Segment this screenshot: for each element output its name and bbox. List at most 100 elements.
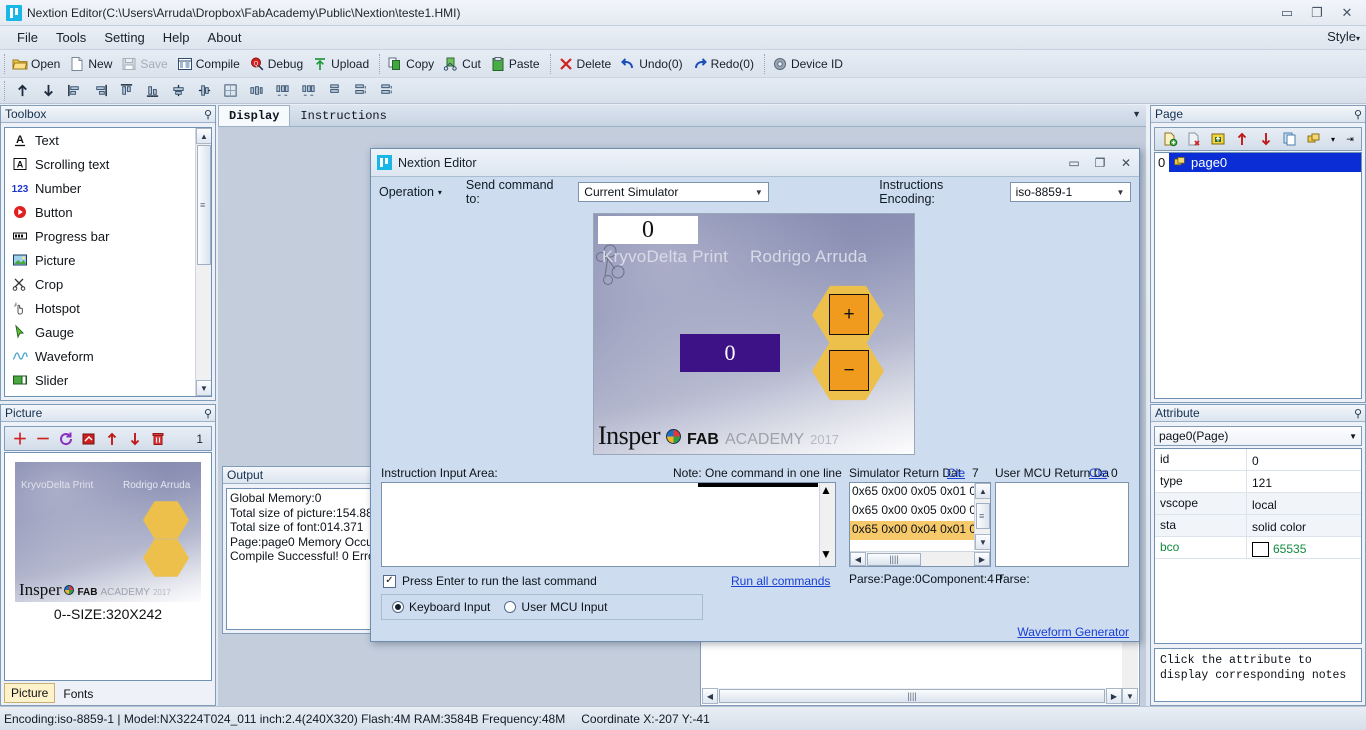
attribute-value[interactable]: 0 [1247, 449, 1361, 470]
simulator-number-field[interactable]: 0 [680, 334, 780, 372]
edit-picture-icon[interactable] [78, 428, 100, 449]
same-width-icon[interactable] [243, 80, 269, 102]
pin-icon[interactable]: ⚲ [204, 108, 212, 121]
scroll-left-icon[interactable]: ◀ [702, 688, 718, 704]
instruction-scrollbar[interactable]: ▲ ▼ [819, 483, 835, 566]
scrollbar-thumb[interactable] [976, 503, 990, 529]
simulator-return-clear-link[interactable]: Cle [947, 466, 965, 480]
toolbox-item-text[interactable]: A Text [5, 128, 211, 152]
toolbox-item-hotspot[interactable]: Hotspot [5, 296, 211, 320]
menu-setting[interactable]: Setting [95, 27, 153, 48]
scroll-up-icon[interactable]: ▲ [820, 483, 835, 497]
tab-fonts[interactable]: Fonts [57, 685, 99, 703]
save-button[interactable]: Save [118, 53, 173, 75]
mcu-return-data-list[interactable] [995, 482, 1129, 567]
undo-button[interactable]: Undo(0) [617, 53, 688, 75]
minimize-button[interactable]: ▭ [1272, 1, 1302, 25]
move-up-icon[interactable] [1231, 129, 1253, 149]
toolbox-item-gauge[interactable]: Gauge [5, 320, 211, 344]
open-button[interactable]: Open [9, 53, 66, 75]
menu-help[interactable]: Help [154, 27, 199, 48]
page-options-icon[interactable] [1303, 129, 1325, 149]
attribute-value[interactable]: solid color [1247, 515, 1361, 536]
table-row[interactable]: type 121 [1155, 471, 1361, 493]
scrollbar-thumb[interactable] [197, 145, 211, 265]
align-right-icon[interactable] [87, 80, 113, 102]
dialog-close-button[interactable]: ✕ [1113, 152, 1139, 174]
pin-icon[interactable]: ⚲ [1354, 108, 1362, 121]
mcu-return-clear-link[interactable]: Cle [1089, 466, 1107, 480]
menu-about[interactable]: About [199, 27, 251, 48]
align-left-icon[interactable] [61, 80, 87, 102]
align-bottom-icon[interactable] [139, 80, 165, 102]
attribute-value[interactable]: 121 [1247, 471, 1361, 492]
move-down-icon[interactable] [124, 428, 146, 449]
delete-all-icon[interactable] [147, 428, 169, 449]
scroll-down-icon[interactable]: ▼ [975, 534, 990, 550]
mcu-input-radio[interactable]: User MCU Input [504, 600, 607, 614]
dialog-minimize-button[interactable]: ▭ [1061, 152, 1087, 174]
cut-button[interactable]: Cut [440, 53, 487, 75]
table-row[interactable]: bco 65535 [1155, 537, 1361, 559]
lower-pane-vscrollbar[interactable]: ▼ [1122, 642, 1138, 704]
toolbox-item-scrolling-text[interactable]: A Scrolling text [5, 152, 211, 176]
move-up-icon[interactable] [101, 428, 123, 449]
shrink-horizontal-icon[interactable] [295, 80, 321, 102]
press-enter-option[interactable]: ✓ Press Enter to run the last command [383, 574, 597, 588]
toolbox-item-waveform[interactable]: Waveform [5, 344, 211, 368]
scroll-right-icon[interactable]: ▶ [974, 552, 990, 566]
close-button[interactable]: ✕ [1332, 1, 1362, 25]
copy-button[interactable]: Copy [384, 53, 440, 75]
simulator-minus-button[interactable]: − [812, 340, 884, 402]
pin-icon[interactable]: ⚲ [204, 407, 212, 420]
scrollbar-thumb[interactable] [820, 497, 835, 547]
spread-vertical-icon[interactable] [347, 80, 373, 102]
color-swatch[interactable] [1252, 541, 1269, 557]
instruction-input-area[interactable]: ▲ ▼ [381, 482, 836, 567]
fit-icon[interactable] [217, 80, 243, 102]
delete-page-icon[interactable] [1183, 129, 1205, 149]
toolbox-item-crop[interactable]: Crop [5, 272, 211, 296]
scrollbar-thumb[interactable]: |||| [867, 552, 921, 566]
add-picture-icon[interactable]: ＋ [9, 428, 31, 449]
upload-button[interactable]: Upload [309, 53, 375, 75]
picture-list[interactable]: KryvoDelta Print Rodrigo Arruda Insper F… [4, 452, 212, 681]
collapse-icon[interactable]: ⇥ [1343, 129, 1357, 149]
toolbox-item-button[interactable]: Button [5, 200, 211, 224]
scroll-up-icon[interactable]: ▲ [196, 128, 211, 144]
simulator-top-number[interactable]: 0 [598, 216, 698, 244]
redo-button[interactable]: Redo(0) [689, 53, 760, 75]
scroll-up-icon[interactable]: ▲ [975, 483, 990, 499]
shrink-vertical-icon[interactable] [373, 80, 399, 102]
page-item-selected[interactable]: page0 [1169, 153, 1361, 172]
press-enter-checkbox[interactable]: ✓ [383, 574, 396, 588]
list-item[interactable]: 0x65 0x00 0x05 0x01 0 [850, 483, 990, 502]
chevron-down-icon[interactable]: ▾ [1327, 129, 1339, 149]
run-all-commands-link[interactable]: Run all commands [731, 574, 830, 588]
simulator-plus-button[interactable]: + [812, 284, 884, 346]
page-list[interactable]: 0 page0 [1154, 152, 1362, 399]
chevron-down-icon[interactable]: ▼ [1132, 109, 1141, 119]
add-page-icon[interactable] [1159, 129, 1181, 149]
scroll-down-icon[interactable]: ▼ [1122, 688, 1138, 704]
delete-button[interactable]: Delete [555, 53, 618, 75]
tab-picture[interactable]: Picture [4, 683, 56, 703]
attribute-table[interactable]: id 0 type 121 vscope local sta solid col… [1154, 448, 1362, 644]
simulator-return-hscrollbar[interactable]: ◀ |||| ▶ [850, 551, 990, 566]
refresh-icon[interactable] [55, 428, 77, 449]
pin-icon[interactable]: ⚲ [1354, 407, 1362, 420]
keyboard-input-radio[interactable]: Keyboard Input [392, 600, 490, 614]
lower-pane-hscrollbar[interactable]: ◀ |||| ▶ [702, 688, 1122, 704]
scroll-left-icon[interactable]: ◀ [850, 552, 866, 566]
same-height-icon[interactable] [321, 80, 347, 102]
copy-page-icon[interactable] [1279, 129, 1301, 149]
scrollbar-thumb[interactable]: |||| [719, 689, 1105, 703]
waveform-generator-link[interactable]: Waveform Generator [1017, 625, 1129, 639]
dialog-restore-button[interactable]: ❐ [1087, 152, 1113, 174]
new-button[interactable]: New [66, 53, 118, 75]
attribute-target-select[interactable]: page0(Page) ▼ [1154, 426, 1362, 446]
simulator-screen[interactable]: 0 KryvoDelta Print Rodrigo Arruda 0 + − … [593, 213, 915, 455]
spread-horizontal-icon[interactable] [269, 80, 295, 102]
table-row[interactable]: id 0 [1155, 449, 1361, 471]
simulator-return-data-list[interactable]: 0x65 0x00 0x05 0x01 0 0x65 0x00 0x05 0x0… [849, 482, 991, 567]
